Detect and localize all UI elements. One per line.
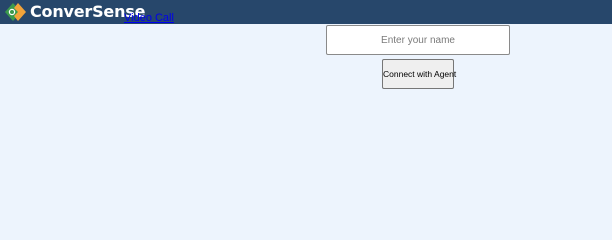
- conversense-logo-icon: [5, 3, 26, 21]
- top-header-bar: ConverSense: [0, 0, 612, 24]
- connect-with-agent-button[interactable]: Connect with Agent: [382, 59, 456, 89]
- name-input[interactable]: [326, 25, 510, 55]
- video-call-link[interactable]: Video Call: [124, 12, 174, 25]
